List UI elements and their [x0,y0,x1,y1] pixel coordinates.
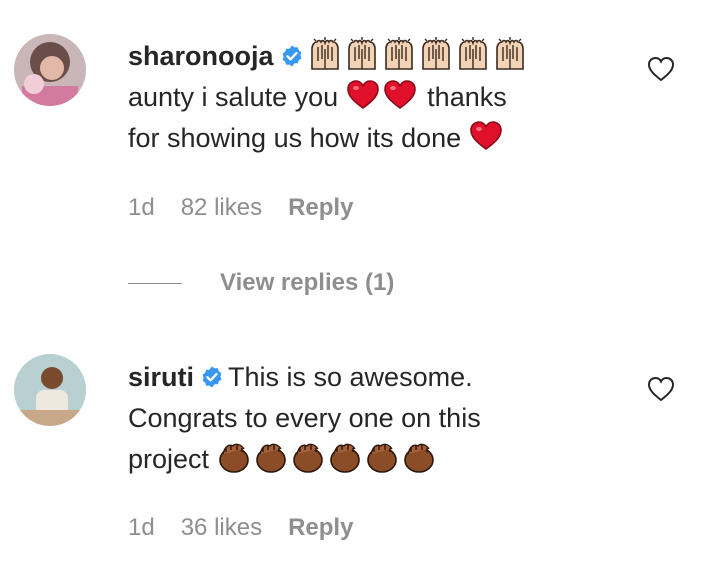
comment-meta: 1d 82 likes Reply [128,194,379,222]
raising-hands-emoji-icon [382,37,416,71]
avatar-image [14,34,86,106]
reply-button[interactable]: Reply [288,514,353,541]
comment-text: This is so awesome. [228,362,473,392]
clapping-hands-emoji-icon [254,440,288,474]
like-heart-icon[interactable] [646,374,676,404]
comment-text: Congrats to every one on this [128,403,481,433]
comment-body: siruti This is so awesome. Congrats to ev… [128,357,598,480]
comment-text: project [128,444,210,474]
avatar-image [14,354,86,426]
likes-count[interactable]: 82 likes [181,194,262,221]
divider-line [128,282,182,284]
clapping-hands-emoji-icon [291,440,325,474]
clapping-hands-emoji-icon [328,440,362,474]
comment-text: thanks [427,82,507,112]
raising-hands-emoji-icon [493,37,527,71]
red-heart-emoji-icon [469,119,503,153]
username[interactable]: siruti [128,362,194,392]
raising-hands-emoji-icon [345,37,379,71]
raising-hands-emoji-icon [308,37,342,71]
red-heart-emoji-icon [346,78,380,112]
comment-text: for showing us how its done [128,123,462,153]
username[interactable]: sharonooja [128,41,274,71]
comment-meta: 1d 36 likes Reply [128,514,379,542]
comment-body: sharonooja aunty i salute you thanks for… [128,36,598,159]
raising-hands-emoji-icon [456,37,490,71]
reply-button[interactable]: Reply [288,194,353,221]
raising-hands-emoji-icon [419,37,453,71]
comment-time[interactable]: 1d [128,514,155,541]
red-heart-emoji-icon [383,78,417,112]
comment-time[interactable]: 1d [128,194,155,221]
avatar[interactable] [14,354,86,426]
verified-badge-icon [280,44,304,68]
view-replies-button[interactable]: View replies (1) [128,269,394,297]
comment-text: aunty i salute you [128,82,339,112]
avatar[interactable] [14,34,86,106]
verified-badge-icon [200,365,224,389]
view-replies-label: View replies (1) [220,269,395,296]
like-heart-icon[interactable] [646,54,676,84]
likes-count[interactable]: 36 likes [181,514,262,541]
clapping-hands-emoji-icon [217,440,251,474]
clapping-hands-emoji-icon [365,440,399,474]
clapping-hands-emoji-icon [402,440,436,474]
